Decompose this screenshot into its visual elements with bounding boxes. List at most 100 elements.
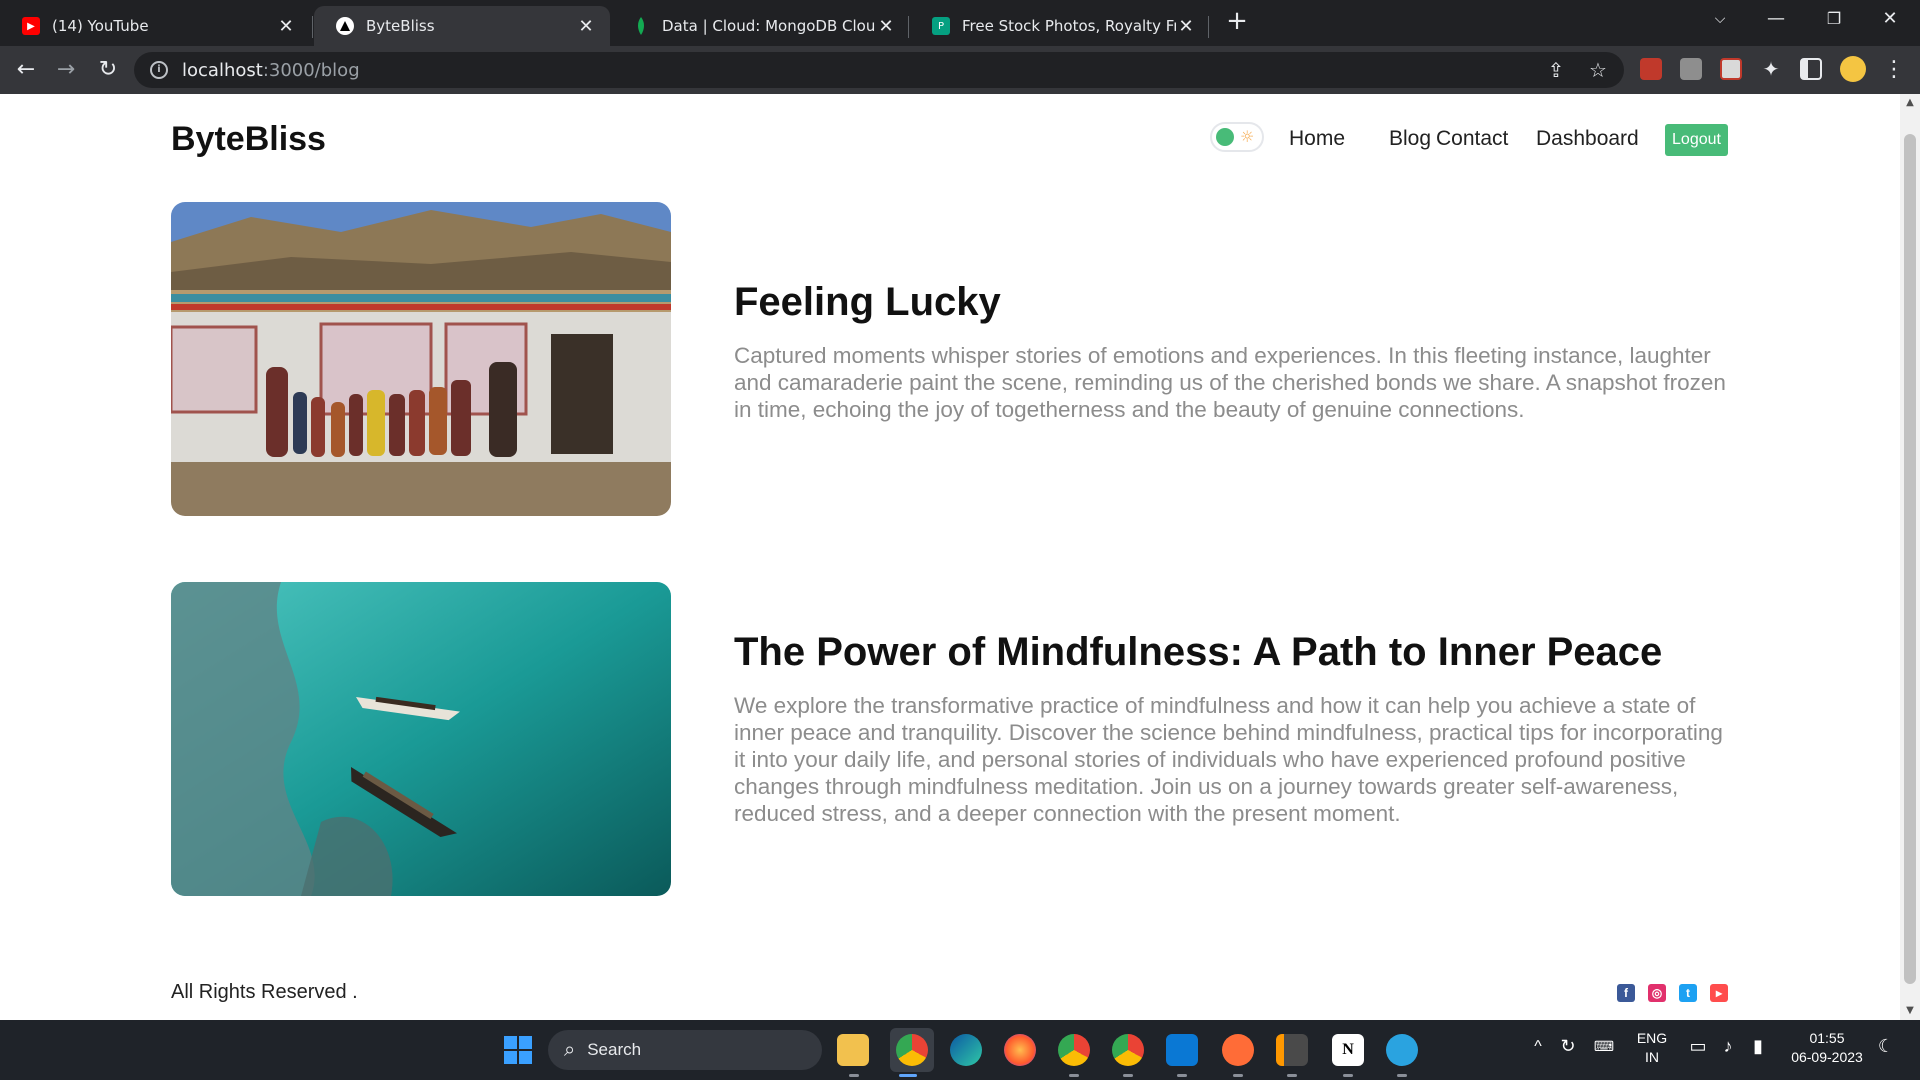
notification-icon[interactable]: ☾ (1874, 1036, 1898, 1057)
youtube-icon[interactable]: ▸ (1710, 984, 1728, 1002)
firefox-icon[interactable] (1004, 1034, 1036, 1066)
side-panel-icon[interactable] (1800, 58, 1822, 80)
running-indicator (1069, 1074, 1079, 1077)
tab-title: (14) YouTube (52, 17, 149, 35)
restore-button[interactable]: ❐ (1806, 0, 1862, 38)
close-icon[interactable]: ✕ (876, 16, 896, 37)
scroll-up-icon[interactable]: ▲ (1900, 94, 1920, 112)
running-indicator (1343, 1074, 1353, 1077)
tab-search-icon[interactable]: ⌵ (1692, 0, 1748, 38)
search-icon: ⌕ (564, 1038, 576, 1061)
clock-time: 01:55 (1809, 1030, 1845, 1046)
edge-icon[interactable] (950, 1034, 982, 1066)
blog-post-card[interactable]: The Power of Mindfulness: A Path to Inne… (171, 582, 1731, 896)
instagram-icon[interactable]: ◎ (1648, 984, 1666, 1002)
running-indicator (1287, 1074, 1297, 1077)
extensions-puzzle-icon[interactable]: ✦ (1760, 58, 1782, 80)
facebook-icon[interactable]: f (1617, 984, 1635, 1002)
close-icon[interactable]: ✕ (1176, 16, 1196, 37)
tab-divider (908, 16, 909, 38)
region-code: IN (1645, 1049, 1659, 1065)
bookmark-star-icon[interactable]: ☆ (1586, 58, 1610, 82)
scroll-down-icon[interactable]: ▼ (1900, 1002, 1920, 1020)
search-label: Search (587, 1040, 642, 1059)
nav-home[interactable]: Home (1289, 127, 1345, 151)
post-excerpt: Captured moments whisper stories of emot… (734, 343, 1726, 422)
chrome-profile-icon[interactable] (1058, 1034, 1090, 1066)
file-explorer-icon[interactable] (837, 1034, 869, 1066)
language-indicator[interactable]: ENG IN (1632, 1030, 1672, 1065)
avatar[interactable] (1840, 56, 1866, 82)
tab-mongodb[interactable]: Data | Cloud: MongoDB Cloud ✕ (610, 6, 910, 46)
running-indicator (1397, 1074, 1407, 1077)
scrollbar-thumb[interactable] (1904, 134, 1916, 984)
browser-toolbar: ← → ↻ i localhost:3000/blog ⇪ ☆ ✦ ⋮ (0, 46, 1920, 94)
postman-icon[interactable] (1222, 1034, 1254, 1066)
close-icon[interactable]: ✕ (576, 16, 596, 37)
extension-icon[interactable] (1680, 58, 1702, 80)
close-icon[interactable]: ✕ (276, 16, 296, 37)
clock[interactable]: 01:55 06-09-2023 (1782, 1030, 1872, 1065)
new-tab-button[interactable]: + (1222, 6, 1252, 36)
post-title[interactable]: Feeling Lucky (734, 280, 1001, 325)
back-arrow-icon[interactable]: ← (12, 56, 40, 84)
running-indicator (1177, 1074, 1187, 1077)
site-info-icon[interactable]: i (150, 61, 168, 79)
telegram-icon[interactable] (1386, 1034, 1418, 1066)
site-brand[interactable]: ByteBliss (171, 120, 326, 159)
tab-title: ByteBliss (366, 17, 435, 35)
chevron-up-icon[interactable]: ^ (1528, 1038, 1548, 1056)
page-scrollbar[interactable]: ▲ ▼ (1900, 94, 1920, 1020)
notion-icon[interactable]: N (1332, 1034, 1364, 1066)
active-indicator (899, 1074, 917, 1077)
minimize-button[interactable]: — (1748, 0, 1804, 38)
page-viewport: ByteBliss ☼ Home Blog Contact Dashboard … (0, 94, 1900, 1020)
taskbar-search[interactable]: ⌕ Search (548, 1030, 822, 1070)
language-code: ENG (1636, 1030, 1668, 1046)
reload-icon[interactable]: ↻ (94, 56, 122, 84)
tab-youtube[interactable]: ▶ (14) YouTube ✕ (0, 6, 310, 46)
twitter-icon[interactable]: t (1679, 984, 1697, 1002)
post-image[interactable] (171, 202, 671, 516)
tab-title: Data | Cloud: MongoDB Cloud (662, 17, 876, 35)
tab-divider (1208, 16, 1209, 38)
nav-dashboard[interactable]: Dashboard (1536, 127, 1639, 151)
vercel-triangle-icon (336, 17, 354, 35)
address-bar[interactable]: i localhost:3000/blog ⇪ ☆ (134, 52, 1624, 88)
network-icon[interactable]: ▭ (1686, 1036, 1710, 1057)
footer-copyright: All Rights Reserved . (171, 981, 358, 1003)
clock-date: 06-09-2023 (1791, 1049, 1863, 1065)
sublime-text-icon[interactable] (1276, 1034, 1308, 1066)
nav-contact[interactable]: Contact (1436, 127, 1508, 151)
volume-icon[interactable]: ♪ (1716, 1036, 1740, 1057)
logout-button[interactable]: Logout (1665, 124, 1728, 156)
tab-pexels[interactable]: P Free Stock Photos, Royalty Free S ✕ (910, 6, 1210, 46)
chrome-icon[interactable] (896, 1034, 928, 1066)
vscode-icon[interactable] (1166, 1034, 1198, 1066)
tab-title: Free Stock Photos, Royalty Free S (962, 17, 1176, 35)
post-image[interactable] (171, 582, 671, 896)
blog-post-card[interactable]: Feeling Lucky Captured moments whisper s… (171, 202, 1731, 516)
menu-dots-icon[interactable]: ⋮ (1880, 56, 1908, 84)
forward-arrow-icon[interactable]: → (52, 56, 80, 84)
post-title[interactable]: The Power of Mindfulness: A Path to Inne… (734, 630, 1662, 675)
chrome-profile-icon[interactable] (1112, 1034, 1144, 1066)
youtube-icon: ▶ (22, 17, 40, 35)
extension-icon[interactable] (1720, 58, 1742, 80)
url-host: localhost (182, 59, 263, 81)
sync-icon[interactable]: ↻ (1556, 1036, 1580, 1057)
theme-toggle[interactable]: ☼ (1210, 122, 1264, 152)
sun-icon: ☼ (1240, 127, 1255, 146)
url-path: :3000/blog (262, 59, 360, 81)
keyboard-icon[interactable]: ⌨ (1592, 1038, 1616, 1055)
running-indicator (1233, 1074, 1243, 1077)
nav-blog[interactable]: Blog (1389, 127, 1431, 151)
running-indicator (1123, 1074, 1133, 1077)
running-indicator (849, 1074, 859, 1077)
extension-icon[interactable] (1640, 58, 1662, 80)
windows-start-icon[interactable] (502, 1034, 534, 1066)
battery-icon[interactable]: ▮ (1746, 1036, 1770, 1057)
share-icon[interactable]: ⇪ (1544, 58, 1568, 82)
tab-bytebliss[interactable]: ByteBliss ✕ (314, 6, 610, 46)
close-window-button[interactable]: ✕ (1862, 0, 1918, 38)
